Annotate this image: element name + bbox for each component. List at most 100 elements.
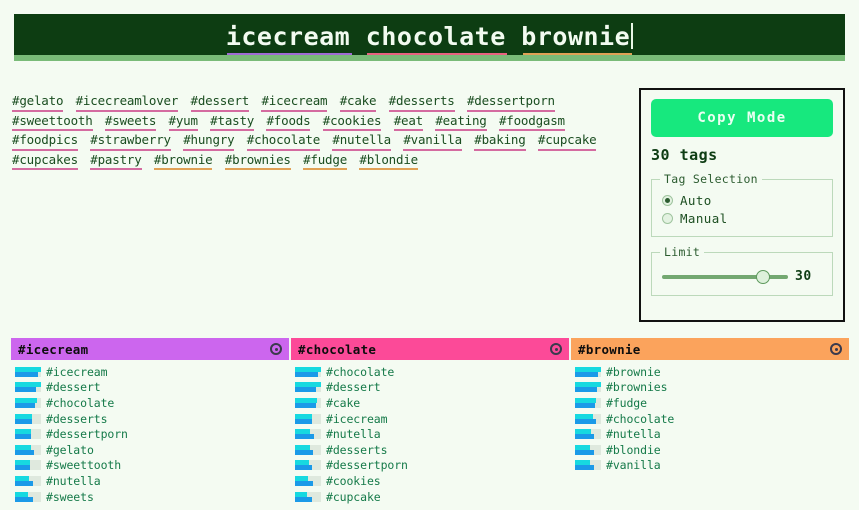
result-row[interactable]: #nutella [575, 426, 849, 442]
tag-cloud-item[interactable]: #dessertporn [466, 92, 555, 112]
radio-option-auto[interactable]: Auto [662, 193, 824, 208]
result-row[interactable]: #chocolate [295, 364, 569, 380]
result-row[interactable]: #icecream [295, 411, 569, 427]
result-row[interactable]: #blondie [575, 442, 849, 458]
tag-cloud-item[interactable]: #foodgasm [498, 112, 565, 131]
result-row[interactable]: #fudge [575, 395, 849, 411]
radio-indicator[interactable] [662, 213, 673, 224]
tag-cloud-item[interactable]: #blondie [359, 151, 418, 170]
tag-cloud-item[interactable]: #sweets [104, 112, 156, 131]
score-gauge [15, 460, 41, 471]
tag-cloud-item[interactable]: #cupcake [537, 131, 597, 151]
tag-cloud-item[interactable]: #sweettooth [12, 112, 93, 131]
tag-cloud-item[interactable]: #eat [393, 112, 423, 131]
result-row[interactable]: #gelato [15, 442, 289, 458]
slider-thumb[interactable] [755, 269, 770, 284]
search-input[interactable]: icecream chocolate brownie [14, 14, 845, 58]
tag-cloud-item[interactable]: #strawberry [90, 131, 171, 151]
results-columns: #icecream #icecream #dessert #chocolate #des… [11, 338, 849, 510]
radio-option-manual[interactable]: Manual [662, 211, 824, 226]
tag-cloud-item[interactable]: #pastry [90, 151, 142, 170]
gauge-fill-bottom [295, 402, 316, 408]
result-label: #cupcake [326, 489, 381, 504]
result-row[interactable]: #desserts [15, 411, 289, 427]
score-gauge [15, 429, 41, 440]
tag-cloud-item[interactable]: #icecreamlover [75, 92, 178, 112]
result-label: #dessertporn [326, 458, 408, 473]
score-gauge [295, 460, 321, 471]
result-label: #cake [326, 395, 361, 410]
score-gauge [575, 444, 601, 455]
result-label: #icecream [46, 364, 108, 379]
result-row[interactable]: #cupcake [295, 489, 569, 505]
result-column-header[interactable]: #icecream [11, 338, 289, 360]
tag-cloud-item[interactable]: #desserts [388, 92, 455, 112]
result-row[interactable]: #brownies [575, 380, 849, 396]
gauge-fill-bottom [575, 387, 598, 393]
tag-cloud-item[interactable]: #cookies [322, 112, 382, 131]
result-row[interactable]: #brownie [575, 364, 849, 380]
tag-cloud-item[interactable]: #vanilla [403, 131, 462, 151]
result-column-header[interactable]: #brownie [571, 338, 849, 360]
result-row[interactable]: #dessertporn [15, 426, 289, 442]
score-gauge [15, 382, 41, 393]
tag-cloud-item[interactable]: #brownies [224, 151, 291, 170]
tag-cloud-item[interactable]: #yum [168, 112, 198, 131]
radio-label: Manual [680, 211, 728, 226]
tag-cloud-item[interactable]: #fudge [303, 151, 347, 170]
tag-cloud-item[interactable]: #foodpics [12, 131, 78, 151]
result-row[interactable]: #dessertporn [295, 458, 569, 474]
gauge-fill-bottom [15, 387, 37, 393]
result-label: #chocolate [606, 411, 675, 426]
limit-legend: Limit [664, 245, 701, 259]
tag-cloud-item[interactable]: #chocolate [246, 131, 320, 151]
score-gauge [295, 413, 321, 424]
copy-mode-button[interactable]: Copy Mode [651, 99, 833, 137]
result-row[interactable]: #sweettooth [15, 458, 289, 474]
tag-cloud-item[interactable]: #nutella [332, 131, 391, 151]
tag-cloud-item[interactable]: #hungry [183, 131, 235, 151]
radio-indicator[interactable] [662, 195, 673, 206]
result-label: #vanilla [606, 458, 661, 473]
result-row[interactable]: #cookies [295, 473, 569, 489]
target-icon[interactable] [830, 343, 842, 355]
result-row[interactable]: #sweets [15, 489, 289, 505]
result-label: #desserts [326, 442, 388, 457]
result-row[interactable]: #cake [295, 395, 569, 411]
tag-cloud-item[interactable]: #eating [435, 112, 487, 131]
gauge-fill-bottom [295, 387, 317, 393]
score-gauge [575, 366, 601, 377]
tag-cloud-item[interactable]: #gelato [12, 92, 63, 112]
result-label: #sweets [46, 489, 94, 504]
gauge-fill-bottom [295, 496, 313, 502]
score-gauge [295, 429, 321, 440]
result-row[interactable]: #vanilla [575, 458, 849, 474]
score-gauge [15, 366, 41, 377]
tag-cloud-item[interactable]: #baking [474, 131, 526, 151]
result-row[interactable]: #nutella [295, 426, 569, 442]
tag-cloud-item[interactable]: #dessert [190, 92, 249, 112]
tag-cloud-item[interactable]: #brownie [153, 151, 213, 170]
target-icon[interactable] [270, 343, 282, 355]
tag-cloud-item[interactable]: #cupcakes [12, 151, 78, 170]
result-column-title: #chocolate [298, 341, 377, 357]
result-row[interactable]: #nutella [15, 473, 289, 489]
result-row[interactable]: #chocolate [15, 395, 289, 411]
target-icon[interactable] [550, 343, 562, 355]
result-row[interactable]: #chocolate [575, 411, 849, 427]
tag-cloud-item[interactable]: #cake [339, 92, 377, 112]
result-row[interactable]: #dessert [15, 380, 289, 396]
tag-cloud-item[interactable]: #foods [266, 112, 311, 131]
score-gauge [15, 413, 41, 424]
result-row[interactable]: #dessert [295, 380, 569, 396]
result-row[interactable]: #desserts [295, 442, 569, 458]
result-row[interactable]: #icecream [15, 364, 289, 380]
result-column-header[interactable]: #chocolate [291, 338, 569, 360]
tag-cloud-item[interactable]: #tasty [210, 112, 254, 131]
gauge-fill-bottom [575, 449, 594, 455]
gauge-fill-bottom [15, 371, 38, 377]
tag-cloud-item[interactable]: #icecream [261, 92, 328, 112]
limit-slider-row: 30 [662, 269, 824, 284]
limit-slider[interactable] [662, 269, 788, 284]
tag-selection-legend: Tag Selection [664, 172, 758, 186]
